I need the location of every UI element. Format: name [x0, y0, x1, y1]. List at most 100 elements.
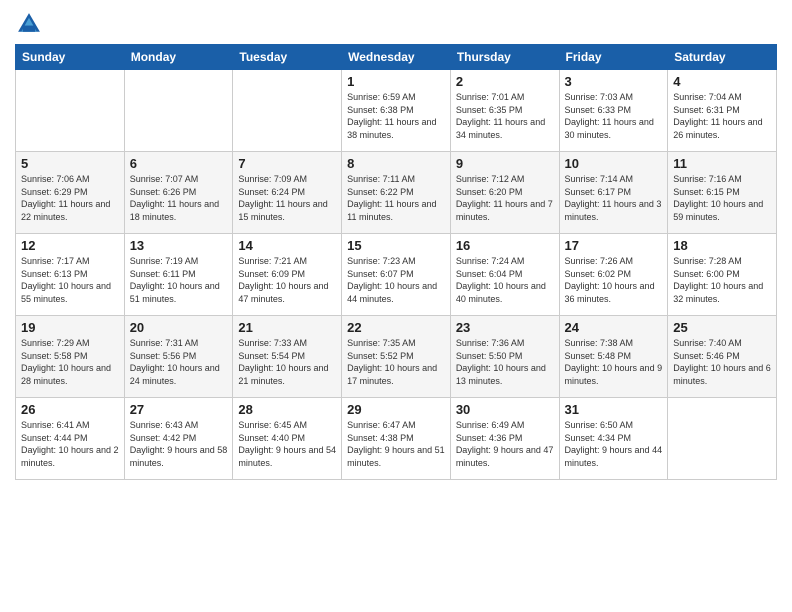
day-number: 20 — [130, 320, 228, 335]
calendar-cell: 24 Sunrise: 7:38 AM Sunset: 5:48 PM Dayli… — [559, 316, 668, 398]
calendar-body: 1 Sunrise: 6:59 AM Sunset: 6:38 PM Daylig… — [16, 70, 777, 480]
calendar-cell: 1 Sunrise: 6:59 AM Sunset: 6:38 PM Daylig… — [342, 70, 451, 152]
day-info: Sunrise: 7:03 AM Sunset: 6:33 PM Dayligh… — [565, 91, 663, 141]
calendar-cell: 20 Sunrise: 7:31 AM Sunset: 5:56 PM Dayli… — [124, 316, 233, 398]
calendar-cell: 15 Sunrise: 7:23 AM Sunset: 6:07 PM Dayli… — [342, 234, 451, 316]
day-info: Sunrise: 7:19 AM Sunset: 6:11 PM Dayligh… — [130, 255, 228, 305]
calendar-cell: 16 Sunrise: 7:24 AM Sunset: 6:04 PM Dayli… — [450, 234, 559, 316]
calendar-cell: 17 Sunrise: 7:26 AM Sunset: 6:02 PM Dayli… — [559, 234, 668, 316]
day-number: 9 — [456, 156, 554, 171]
calendar-header: SundayMondayTuesdayWednesdayThursdayFrid… — [16, 45, 777, 70]
calendar-cell: 30 Sunrise: 6:49 AM Sunset: 4:36 PM Dayli… — [450, 398, 559, 480]
day-number: 3 — [565, 74, 663, 89]
calendar-cell — [16, 70, 125, 152]
calendar-cell: 13 Sunrise: 7:19 AM Sunset: 6:11 PM Dayli… — [124, 234, 233, 316]
day-info: Sunrise: 7:14 AM Sunset: 6:17 PM Dayligh… — [565, 173, 663, 223]
day-number: 29 — [347, 402, 445, 417]
day-number: 24 — [565, 320, 663, 335]
calendar-cell: 11 Sunrise: 7:16 AM Sunset: 6:15 PM Dayli… — [668, 152, 777, 234]
day-number: 7 — [238, 156, 336, 171]
day-info: Sunrise: 7:01 AM Sunset: 6:35 PM Dayligh… — [456, 91, 554, 141]
day-number: 19 — [21, 320, 119, 335]
day-number: 22 — [347, 320, 445, 335]
day-info: Sunrise: 7:29 AM Sunset: 5:58 PM Dayligh… — [21, 337, 119, 387]
calendar-week-row: 1 Sunrise: 6:59 AM Sunset: 6:38 PM Daylig… — [16, 70, 777, 152]
calendar-cell: 9Sunrise: 7:12 AM Sunset: 6:20 PM Daylig… — [450, 152, 559, 234]
weekday-header-thursday: Thursday — [450, 45, 559, 70]
calendar-cell: 26 Sunrise: 6:41 AM Sunset: 4:44 PM Dayli… — [16, 398, 125, 480]
calendar-cell: 23Sunrise: 7:36 AM Sunset: 5:50 PM Dayli… — [450, 316, 559, 398]
day-number: 2 — [456, 74, 554, 89]
day-info: Sunrise: 6:59 AM Sunset: 6:38 PM Dayligh… — [347, 91, 445, 141]
calendar-week-row: 5Sunrise: 7:06 AM Sunset: 6:29 PM Daylig… — [16, 152, 777, 234]
calendar-cell: 21 Sunrise: 7:33 AM Sunset: 5:54 PM Dayli… — [233, 316, 342, 398]
day-info: Sunrise: 7:24 AM Sunset: 6:04 PM Dayligh… — [456, 255, 554, 305]
logo-icon — [15, 10, 43, 38]
day-info: Sunrise: 7:21 AM Sunset: 6:09 PM Dayligh… — [238, 255, 336, 305]
calendar-cell — [233, 70, 342, 152]
day-number: 11 — [673, 156, 771, 171]
calendar-cell: 10 Sunrise: 7:14 AM Sunset: 6:17 PM Dayli… — [559, 152, 668, 234]
day-number: 27 — [130, 402, 228, 417]
weekday-header-row: SundayMondayTuesdayWednesdayThursdayFrid… — [16, 45, 777, 70]
day-number: 28 — [238, 402, 336, 417]
day-info: Sunrise: 7:33 AM Sunset: 5:54 PM Dayligh… — [238, 337, 336, 387]
calendar-cell: 19 Sunrise: 7:29 AM Sunset: 5:58 PM Dayli… — [16, 316, 125, 398]
day-info: Sunrise: 7:17 AM Sunset: 6:13 PM Dayligh… — [21, 255, 119, 305]
calendar-cell: 7 Sunrise: 7:09 AM Sunset: 6:24 PM Daylig… — [233, 152, 342, 234]
day-number: 15 — [347, 238, 445, 253]
weekday-header-wednesday: Wednesday — [342, 45, 451, 70]
day-number: 5 — [21, 156, 119, 171]
day-number: 18 — [673, 238, 771, 253]
day-number: 1 — [347, 74, 445, 89]
page: SundayMondayTuesdayWednesdayThursdayFrid… — [0, 0, 792, 612]
day-number: 31 — [565, 402, 663, 417]
day-number: 6 — [130, 156, 228, 171]
calendar-cell: 5Sunrise: 7:06 AM Sunset: 6:29 PM Daylig… — [16, 152, 125, 234]
calendar-cell: 29Sunrise: 6:47 AM Sunset: 4:38 PM Dayli… — [342, 398, 451, 480]
day-number: 26 — [21, 402, 119, 417]
day-info: Sunrise: 6:43 AM Sunset: 4:42 PM Dayligh… — [130, 419, 228, 469]
calendar-table: SundayMondayTuesdayWednesdayThursdayFrid… — [15, 44, 777, 480]
calendar-cell: 31 Sunrise: 6:50 AM Sunset: 4:34 PM Dayli… — [559, 398, 668, 480]
day-info: Sunrise: 7:23 AM Sunset: 6:07 PM Dayligh… — [347, 255, 445, 305]
day-number: 30 — [456, 402, 554, 417]
calendar-cell: 28 Sunrise: 6:45 AM Sunset: 4:40 PM Dayli… — [233, 398, 342, 480]
day-number: 10 — [565, 156, 663, 171]
weekday-header-friday: Friday — [559, 45, 668, 70]
day-number: 21 — [238, 320, 336, 335]
calendar-cell: 14Sunrise: 7:21 AM Sunset: 6:09 PM Dayli… — [233, 234, 342, 316]
calendar-cell: 12Sunrise: 7:17 AM Sunset: 6:13 PM Dayli… — [16, 234, 125, 316]
day-info: Sunrise: 6:41 AM Sunset: 4:44 PM Dayligh… — [21, 419, 119, 469]
day-info: Sunrise: 6:50 AM Sunset: 4:34 PM Dayligh… — [565, 419, 663, 469]
day-number: 17 — [565, 238, 663, 253]
day-number: 25 — [673, 320, 771, 335]
logo — [15, 10, 47, 38]
day-info: Sunrise: 6:45 AM Sunset: 4:40 PM Dayligh… — [238, 419, 336, 469]
day-info: Sunrise: 6:49 AM Sunset: 4:36 PM Dayligh… — [456, 419, 554, 469]
day-number: 16 — [456, 238, 554, 253]
day-info: Sunrise: 7:38 AM Sunset: 5:48 PM Dayligh… — [565, 337, 663, 387]
calendar-week-row: 26 Sunrise: 6:41 AM Sunset: 4:44 PM Dayli… — [16, 398, 777, 480]
day-info: Sunrise: 7:11 AM Sunset: 6:22 PM Dayligh… — [347, 173, 445, 223]
calendar-cell — [124, 70, 233, 152]
weekday-header-saturday: Saturday — [668, 45, 777, 70]
day-number: 8 — [347, 156, 445, 171]
header — [15, 10, 777, 38]
day-number: 13 — [130, 238, 228, 253]
calendar-cell: 18Sunrise: 7:28 AM Sunset: 6:00 PM Dayli… — [668, 234, 777, 316]
calendar-week-row: 12Sunrise: 7:17 AM Sunset: 6:13 PM Dayli… — [16, 234, 777, 316]
day-info: Sunrise: 7:31 AM Sunset: 5:56 PM Dayligh… — [130, 337, 228, 387]
calendar-cell: 8 Sunrise: 7:11 AM Sunset: 6:22 PM Daylig… — [342, 152, 451, 234]
calendar-cell: 3 Sunrise: 7:03 AM Sunset: 6:33 PM Daylig… — [559, 70, 668, 152]
day-info: Sunrise: 7:35 AM Sunset: 5:52 PM Dayligh… — [347, 337, 445, 387]
day-info: Sunrise: 7:09 AM Sunset: 6:24 PM Dayligh… — [238, 173, 336, 223]
day-number: 4 — [673, 74, 771, 89]
calendar-cell: 27 Sunrise: 6:43 AM Sunset: 4:42 PM Dayli… — [124, 398, 233, 480]
day-info: Sunrise: 7:07 AM Sunset: 6:26 PM Dayligh… — [130, 173, 228, 223]
day-info: Sunrise: 7:26 AM Sunset: 6:02 PM Dayligh… — [565, 255, 663, 305]
day-info: Sunrise: 7:16 AM Sunset: 6:15 PM Dayligh… — [673, 173, 771, 223]
calendar-cell: 2 Sunrise: 7:01 AM Sunset: 6:35 PM Daylig… — [450, 70, 559, 152]
day-info: Sunrise: 7:04 AM Sunset: 6:31 PM Dayligh… — [673, 91, 771, 141]
day-number: 23 — [456, 320, 554, 335]
